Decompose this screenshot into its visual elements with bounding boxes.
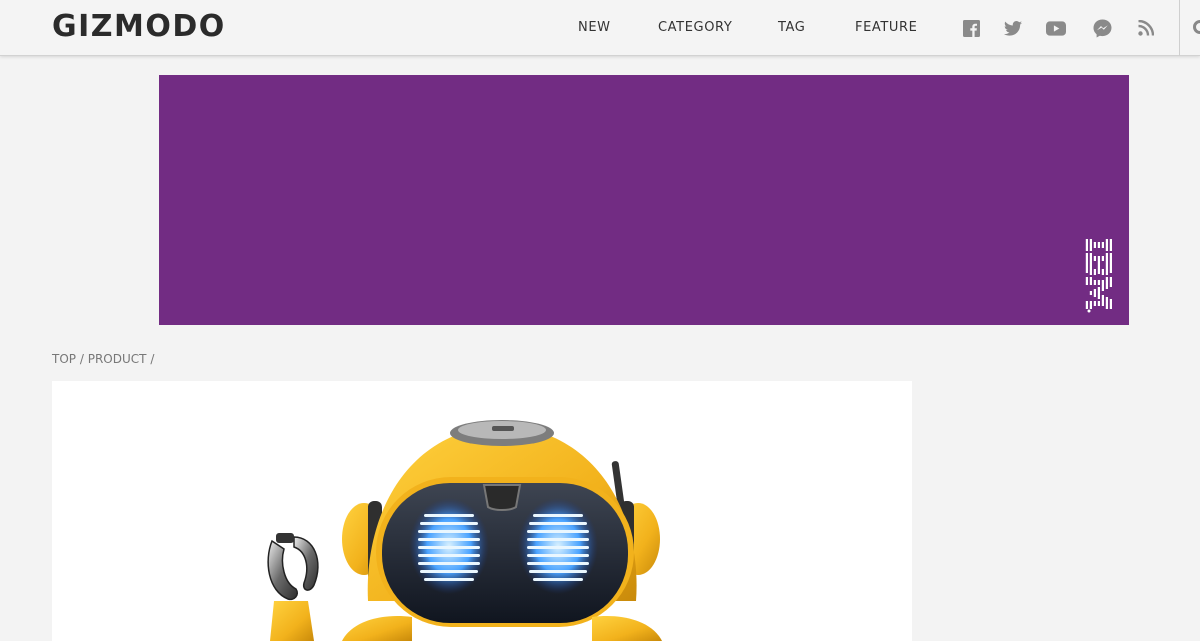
- breadcrumb-product[interactable]: PRODUCT: [88, 352, 147, 366]
- messenger-icon[interactable]: [1092, 18, 1112, 38]
- nav-new[interactable]: NEW: [578, 19, 611, 36]
- breadcrumb: TOP / PRODUCT /: [52, 351, 154, 367]
- rss-icon[interactable]: [1136, 18, 1156, 38]
- nav-category[interactable]: CATEGORY: [658, 19, 732, 36]
- ibm-logo: [1083, 239, 1117, 313]
- youtube-icon[interactable]: [1046, 18, 1066, 38]
- breadcrumb-separator: /: [79, 352, 84, 366]
- robot-toy-image: [267, 420, 662, 641]
- facebook-icon[interactable]: [961, 18, 981, 38]
- breadcrumb-top[interactable]: TOP: [52, 352, 76, 366]
- search-icon[interactable]: [1193, 20, 1200, 34]
- nav-feature[interactable]: FEATURE: [855, 19, 917, 36]
- site-header: GIZMODO NEW CATEGORY TAG FEATURE: [0, 0, 1200, 56]
- nav-tag[interactable]: TAG: [778, 19, 805, 36]
- header-divider: [1179, 0, 1180, 56]
- twitter-icon[interactable]: [1003, 18, 1023, 38]
- ad-banner[interactable]: [159, 75, 1129, 325]
- hero-image[interactable]: [52, 381, 912, 641]
- site-logo[interactable]: GIZMODO: [52, 9, 226, 45]
- breadcrumb-separator: /: [150, 352, 155, 366]
